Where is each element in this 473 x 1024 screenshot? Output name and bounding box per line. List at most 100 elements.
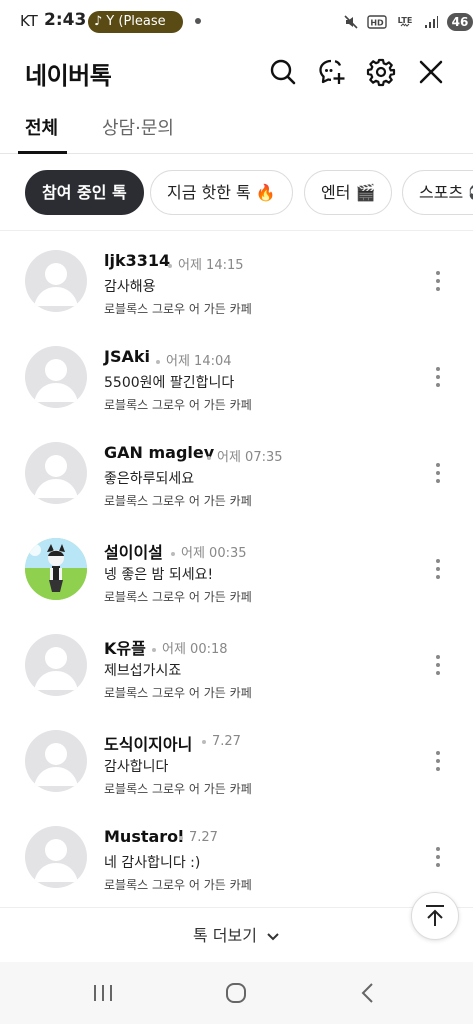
more-options-icon[interactable] bbox=[430, 459, 446, 487]
page-title: 네이버톡 bbox=[25, 62, 112, 90]
chat-cafe-name: 로블록스 그로우 어 가든 카페 bbox=[104, 302, 252, 316]
new-chat-icon bbox=[319, 59, 345, 84]
home-icon bbox=[226, 983, 246, 1003]
chat-name: JSAki bbox=[104, 347, 150, 366]
status-bar: KT 2:43 ♪ Y (Please HD LTE 46 bbox=[0, 0, 473, 44]
more-options-icon[interactable] bbox=[430, 267, 446, 295]
avatar bbox=[25, 634, 87, 696]
tab-all[interactable]: 전체 bbox=[25, 114, 58, 154]
new-chat-button[interactable] bbox=[316, 56, 348, 88]
home-button[interactable] bbox=[216, 976, 256, 1010]
chip-entertainment[interactable]: 엔터 🎬 bbox=[304, 170, 393, 215]
chat-time: 7.27 bbox=[179, 830, 218, 845]
chat-row[interactable]: ljk3314 어제 14:15 감사해용 로블록스 그로우 어 가든 카페 bbox=[0, 233, 473, 329]
chat-name: 설이이설 bbox=[104, 543, 163, 562]
svg-text:LTE: LTE bbox=[398, 16, 413, 25]
more-options-icon[interactable] bbox=[430, 555, 446, 583]
avatar bbox=[25, 346, 87, 408]
more-options-icon[interactable] bbox=[430, 843, 446, 871]
chip-participating[interactable]: 참여 중인 톡 bbox=[25, 170, 144, 215]
clock: 2:43 bbox=[44, 10, 87, 30]
chat-name: 도식이지아니 bbox=[104, 735, 193, 754]
load-more-button[interactable]: 톡 더보기 bbox=[0, 918, 473, 954]
chat-name: ljk3314 bbox=[104, 251, 171, 270]
divider bbox=[0, 230, 473, 231]
recent-apps-button[interactable] bbox=[83, 976, 123, 1010]
default-profile-icon bbox=[34, 743, 78, 786]
chat-name: Mustarol bbox=[104, 827, 184, 846]
mute-icon bbox=[344, 15, 358, 29]
chat-cafe-name: 로블록스 그로우 어 가든 카페 bbox=[104, 686, 252, 700]
close-button[interactable] bbox=[415, 56, 447, 88]
settings-button[interactable] bbox=[365, 56, 397, 88]
lte-icon: LTE bbox=[398, 16, 413, 27]
media-pill[interactable]: ♪ Y (Please bbox=[88, 11, 183, 33]
chat-time: 7.27 bbox=[202, 734, 241, 749]
chip-sports[interactable]: 스포츠 ⚽ bbox=[402, 170, 473, 215]
chat-name: GAN maglev bbox=[104, 443, 215, 462]
default-profile-icon bbox=[34, 839, 78, 882]
default-profile-icon bbox=[34, 263, 78, 306]
chat-last-message: 좋은하루되세요 bbox=[104, 471, 195, 487]
back-icon bbox=[361, 983, 373, 1003]
chat-cafe-name: 로블록스 그로우 어 가든 카페 bbox=[104, 590, 252, 604]
media-pill-label: Y (Please bbox=[106, 14, 166, 29]
hd-icon: HD bbox=[367, 15, 387, 29]
character-avatar-icon bbox=[25, 538, 87, 600]
more-options-icon[interactable] bbox=[430, 363, 446, 391]
chat-row[interactable]: 설이이설 어제 00:35 넹 좋은 밤 되세요! 로블록스 그로우 어 가든 … bbox=[0, 521, 473, 617]
tab-consultation[interactable]: 상담·문의 bbox=[102, 114, 174, 154]
more-options-icon[interactable] bbox=[430, 651, 446, 679]
tab-bar: 전체 상담·문의 bbox=[0, 104, 473, 154]
chat-cafe-name: 로블록스 그로우 어 가든 카페 bbox=[104, 782, 252, 796]
chat-row[interactable]: 도식이지아니 7.27 감사합니다 로블록스 그로우 어 가든 카페 bbox=[0, 713, 473, 809]
chat-row[interactable]: JSAki 어제 14:04 5500원에 팔긴합니다 로블록스 그로우 어 가… bbox=[0, 329, 473, 425]
avatar bbox=[25, 250, 87, 312]
chat-cafe-name: 로블록스 그로우 어 가든 카페 bbox=[104, 494, 252, 508]
app-header: 네이버톡 bbox=[0, 44, 473, 100]
system-nav-bar bbox=[0, 962, 473, 1024]
chat-row[interactable]: GAN maglev 어제 07:35 좋은하루되세요 로블록스 그로우 어 가… bbox=[0, 425, 473, 521]
chat-last-message: 넹 좋은 밤 되세요! bbox=[104, 567, 214, 583]
settings-icon bbox=[366, 58, 396, 87]
active-tab-indicator bbox=[18, 151, 67, 154]
status-icons: HD LTE 46 bbox=[343, 12, 473, 32]
chat-cafe-name: 로블록스 그로우 어 가든 카페 bbox=[104, 878, 252, 892]
chat-time: 어제 00:35 bbox=[171, 542, 247, 561]
chat-time: 어제 07:35 bbox=[207, 446, 283, 465]
arrow-up-icon bbox=[426, 905, 444, 926]
chevron-down-icon bbox=[267, 932, 279, 940]
default-profile-icon bbox=[34, 359, 78, 402]
close-icon bbox=[419, 60, 443, 84]
scroll-to-top-button[interactable] bbox=[411, 892, 459, 940]
search-button[interactable] bbox=[267, 56, 299, 88]
carrier-label: KT bbox=[20, 12, 38, 30]
back-button[interactable] bbox=[348, 976, 388, 1010]
chat-cafe-name: 로블록스 그로우 어 가든 카페 bbox=[104, 398, 252, 412]
signal-icon bbox=[425, 16, 438, 28]
chat-row[interactable]: K유플 어제 00:18 제브섭가시죠 로블록스 그로우 어 가든 카페 bbox=[0, 617, 473, 713]
search-icon bbox=[270, 59, 296, 85]
divider bbox=[0, 907, 473, 908]
chip-hot-talk[interactable]: 지금 핫한 톡 🔥 bbox=[150, 170, 293, 215]
avatar bbox=[25, 442, 87, 504]
notification-dot-icon bbox=[195, 18, 201, 24]
chat-last-message: 네 감사합니다 :) bbox=[104, 855, 201, 871]
chat-time: 어제 14:04 bbox=[156, 350, 232, 369]
chat-last-message: 감사해용 bbox=[104, 279, 156, 295]
chat-last-message: 감사합니다 bbox=[104, 759, 169, 775]
chat-last-message: 제브섭가시죠 bbox=[104, 663, 182, 679]
load-more-label: 톡 더보기 bbox=[192, 926, 257, 945]
default-profile-icon bbox=[34, 455, 78, 498]
chat-last-message: 5500원에 팔긴합니다 bbox=[104, 375, 235, 391]
category-chips: 참여 중인 톡 지금 핫한 톡 🔥 엔터 🎬 스포츠 ⚽ bbox=[0, 164, 473, 222]
avatar bbox=[25, 730, 87, 792]
chat-row[interactable]: Mustarol 7.27 네 감사합니다 :) 로블록스 그로우 어 가든 카… bbox=[0, 809, 473, 905]
music-note-icon: ♪ bbox=[94, 14, 103, 29]
battery-indicator: 46 bbox=[447, 13, 473, 31]
svg-text:HD: HD bbox=[370, 19, 384, 28]
chat-time: 어제 00:18 bbox=[152, 638, 228, 657]
default-profile-icon bbox=[34, 647, 78, 690]
more-options-icon[interactable] bbox=[430, 747, 446, 775]
avatar bbox=[25, 538, 87, 600]
